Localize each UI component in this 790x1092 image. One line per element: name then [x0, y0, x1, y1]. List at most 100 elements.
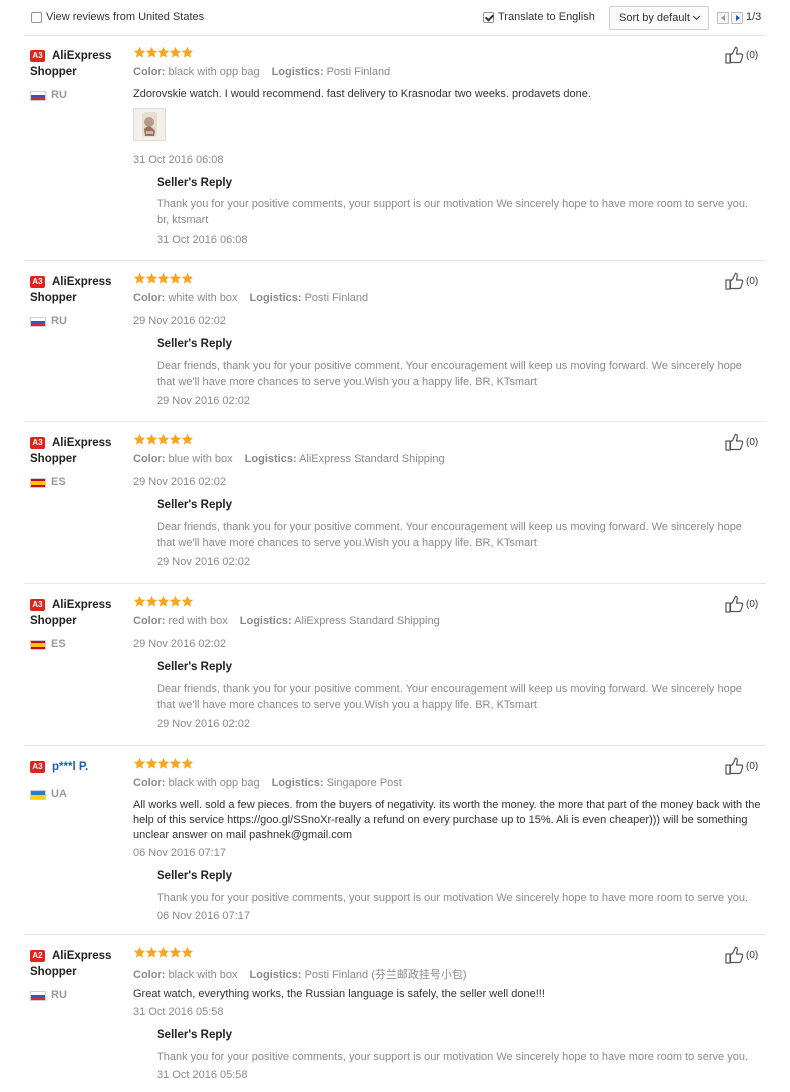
seller-reply-date: 06 Nov 2016 07:17 [157, 910, 250, 922]
translate-label[interactable]: Translate to English [498, 11, 595, 23]
logistics-value: Posti Finland [326, 66, 391, 78]
seller-reply-date: 29 Nov 2016 02:02 [157, 395, 250, 407]
thumbs-up-icon [725, 757, 744, 775]
country-filter-checkbox[interactable] [31, 12, 42, 23]
helpful-button[interactable]: (0) [725, 595, 765, 613]
seller-reply-text: Thank you for your positive comments, yo… [157, 198, 749, 226]
seller-reply-title: Seller's Reply [157, 661, 232, 673]
seller-reply-date: 31 Oct 2016 06:08 [157, 234, 248, 246]
order-info: Color: red with box Logistics: AliExpress… [133, 615, 440, 627]
country-code: RU [51, 989, 67, 1001]
thumbs-up-icon [725, 595, 744, 613]
helpful-button[interactable]: (0) [725, 272, 765, 290]
review-text: Great watch, everything works, the Russi… [133, 988, 545, 1000]
thumbs-up-icon [725, 46, 744, 64]
reviewer-name: AliExpress Shopper [30, 437, 112, 465]
logistics-value: AliExpress Standard Shipping [294, 615, 440, 627]
star-icon [181, 757, 194, 769]
color-label: Color: [133, 66, 166, 78]
logistics-value: AliExpress Standard Shipping [299, 453, 445, 465]
sort-dropdown-label: Sort by default [619, 12, 690, 24]
review-item: A3 p***l P. UA Color: black with opp bag… [24, 747, 766, 935]
country-code: ES [51, 476, 66, 488]
next-page-button[interactable] [731, 12, 743, 24]
review-date: 29 Nov 2016 02:02 [133, 315, 226, 327]
flag-icon [30, 478, 46, 488]
review-item: A3 AliExpress Shopper RU Color: black wi… [24, 36, 766, 261]
logistics-label: Logistics: [271, 66, 324, 78]
page-indicator: 1/3 [746, 11, 762, 23]
thumbs-up-icon [725, 272, 744, 290]
star-icon [181, 433, 194, 445]
logistics-label: Logistics: [249, 292, 302, 304]
seller-reply-text: Thank you for your positive comments, yo… [157, 1051, 749, 1063]
flag-icon [30, 640, 46, 650]
flag-icon [30, 991, 46, 1001]
photo-image [134, 109, 165, 140]
helpful-button[interactable]: (0) [725, 757, 765, 775]
country-filter-label[interactable]: View reviews from United States [46, 11, 204, 23]
chevron-down-icon [692, 12, 701, 21]
color-value: black with opp bag [168, 777, 260, 789]
color-label: Color: [133, 969, 166, 981]
reviewer-name-link[interactable]: p***l P. [30, 759, 130, 775]
review-photo-thumbnail[interactable] [133, 108, 166, 141]
star-icon [181, 595, 194, 607]
seller-reply-title: Seller's Reply [157, 870, 232, 882]
logistics-value: Singapore Post [326, 777, 402, 789]
color-label: Color: [133, 615, 166, 627]
review-item: A3 AliExpress Shopper ES Color: red with… [24, 585, 766, 746]
reviewer-name: AliExpress Shopper [30, 50, 112, 78]
chevron-left-icon [721, 15, 725, 21]
seller-reply-title: Seller's Reply [157, 499, 232, 511]
order-info: Color: blue with box Logistics: AliExpres… [133, 453, 445, 465]
review-text: All works well. sold a few pieces. from … [133, 799, 761, 841]
country-code: UA [51, 788, 67, 800]
reviewer-name: AliExpress Shopper [30, 276, 112, 304]
reviewer-name: AliExpress Shopper [30, 950, 112, 978]
flag-icon [30, 91, 46, 101]
color-label: Color: [133, 453, 166, 465]
seller-reply-title: Seller's Reply [157, 177, 232, 189]
color-value: red with box [168, 615, 228, 627]
order-info: Color: black with opp bag Logistics: Sing… [133, 777, 402, 789]
translate-checkbox[interactable] [483, 12, 494, 23]
thumbs-up-icon [725, 433, 744, 451]
seller-reply-date: 29 Nov 2016 02:02 [157, 718, 250, 730]
thumbs-up-icon [725, 946, 744, 964]
review-date: 31 Oct 2016 05:58 [133, 1006, 224, 1018]
seller-reply-text: Thank you for your positive comments, yo… [157, 892, 749, 904]
color-label: Color: [133, 777, 166, 789]
color-value: white with box [168, 292, 238, 304]
helpful-button[interactable]: (0) [725, 946, 765, 964]
review-date: 29 Nov 2016 02:02 [133, 638, 226, 650]
helpful-count: (0) [746, 761, 759, 772]
helpful-count: (0) [746, 50, 759, 61]
seller-reply-date: 29 Nov 2016 02:02 [157, 556, 250, 568]
review-text: Zdorovskie watch. I would recommend. fas… [133, 88, 591, 100]
helpful-count: (0) [746, 599, 759, 610]
country-code: ES [51, 638, 66, 650]
review-date: 31 Oct 2016 06:08 [133, 154, 224, 166]
star-icon [181, 272, 194, 284]
seller-reply-date: 31 Oct 2016 05:58 [157, 1069, 248, 1081]
logistics-label: Logistics: [249, 969, 302, 981]
helpful-button[interactable]: (0) [725, 46, 765, 64]
helpful-count: (0) [746, 437, 759, 448]
review-item: A3 AliExpress Shopper RU Color: white wi… [24, 262, 766, 422]
review-item: A2 AliExpress Shopper RU Color: black wi… [24, 936, 766, 1088]
color-label: Color: [133, 292, 166, 304]
seller-reply-title: Seller's Reply [157, 1029, 232, 1041]
helpful-button[interactable]: (0) [725, 433, 765, 451]
reviews-page: View reviews from United States Translat… [0, 0, 790, 1092]
order-info: Color: black with opp bag Logistics: Post… [133, 66, 390, 78]
sort-dropdown[interactable]: Sort by default [609, 6, 709, 30]
star-icon [181, 946, 194, 958]
review-item: A3 AliExpress Shopper ES Color: blue wit… [24, 423, 766, 584]
seller-reply-text: Dear friends, thank you for your positiv… [157, 521, 742, 549]
prev-page-button[interactable] [717, 12, 729, 24]
order-info: Color: white with box Logistics: Posti Fi… [133, 292, 368, 304]
logistics-label: Logistics: [244, 453, 297, 465]
logistics-value: Posti Finland (芬兰邮政挂号小包) [304, 969, 467, 981]
helpful-count: (0) [746, 950, 759, 961]
